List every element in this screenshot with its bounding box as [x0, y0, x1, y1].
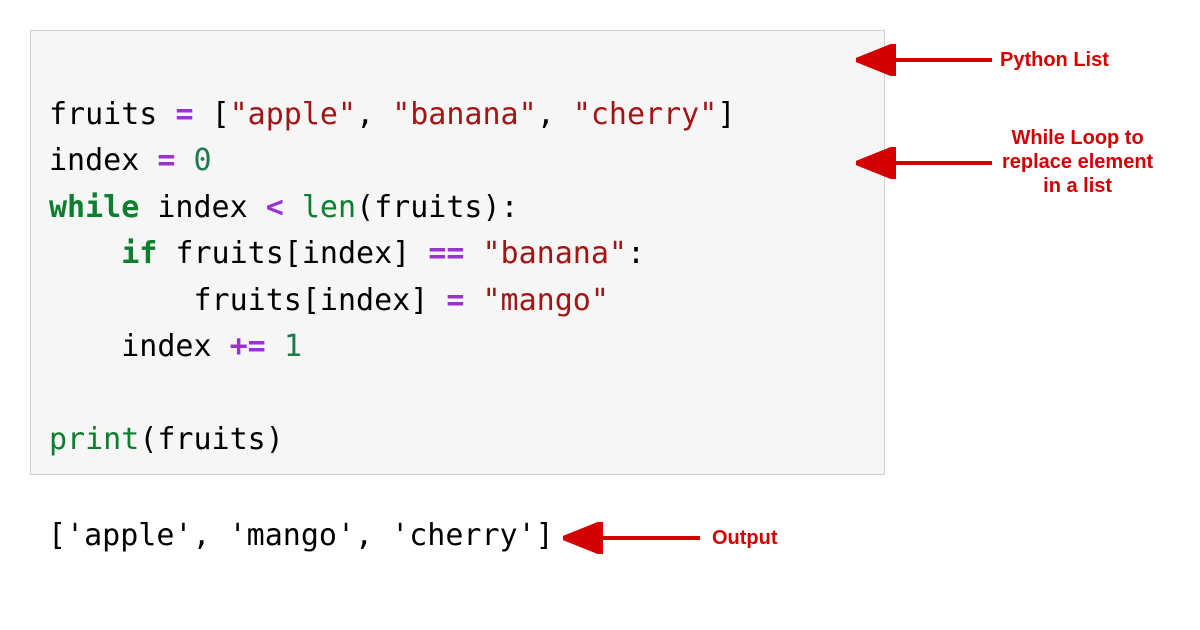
token-comma: ,	[537, 97, 573, 132]
token-parens: (fruits):	[356, 190, 519, 225]
code-line-5: fruits[index] = "mango"	[49, 283, 609, 318]
token-keyword-while: while	[49, 190, 139, 225]
token-expr: fruits[index]	[157, 236, 428, 271]
token-string: "cherry"	[573, 97, 718, 132]
code-line-6: index += 1	[49, 329, 302, 364]
token-space	[266, 329, 284, 364]
token-expr: fruits[index]	[194, 283, 447, 318]
code-block: fruits = ["apple", "banana", "cherry"] i…	[30, 30, 885, 475]
code-line-4: if fruits[index] == "banana":	[49, 236, 645, 271]
label-output: Output	[712, 526, 778, 550]
token-func-len: len	[302, 190, 356, 225]
token-parens: (fruits)	[139, 422, 284, 457]
token-space	[284, 190, 302, 225]
output-text: ['apple', 'mango', 'cherry']	[48, 518, 554, 553]
token-keyword-if: if	[121, 236, 157, 271]
code-line-3: while index < len(fruits):	[49, 190, 519, 225]
token-indent	[49, 283, 194, 318]
token-var: fruits	[49, 97, 175, 132]
token-eqeq: ==	[428, 236, 464, 271]
token-assign: =	[446, 283, 464, 318]
token-bracket-open: [	[212, 97, 230, 132]
token-space	[194, 97, 212, 132]
token-assign: =	[175, 97, 193, 132]
token-string: "mango"	[483, 283, 609, 318]
token-var: index	[139, 190, 265, 225]
token-number: 0	[194, 143, 212, 178]
token-colon: :	[627, 236, 645, 271]
token-string: "banana"	[483, 236, 628, 271]
code-line-1: fruits = ["apple", "banana", "cherry"]	[49, 97, 735, 132]
label-python-list: Python List	[1000, 48, 1109, 72]
token-bracket-close: ]	[717, 97, 735, 132]
code-line-7: print(fruits)	[49, 422, 284, 457]
token-var: index	[49, 143, 157, 178]
token-func-print: print	[49, 422, 139, 457]
token-var: index	[121, 329, 229, 364]
label-while-loop: While Loop to replace element in a list	[1002, 126, 1153, 198]
token-string: "banana"	[392, 97, 537, 132]
token-indent	[49, 329, 121, 364]
token-string: "apple"	[230, 97, 356, 132]
token-space	[464, 236, 482, 271]
token-lt: <	[266, 190, 284, 225]
token-number: 1	[284, 329, 302, 364]
token-plus-eq: +=	[230, 329, 266, 364]
token-space	[464, 283, 482, 318]
token-assign: =	[157, 143, 175, 178]
token-space	[175, 143, 193, 178]
token-indent	[49, 236, 121, 271]
code-line-2: index = 0	[49, 143, 212, 178]
token-comma: ,	[356, 97, 392, 132]
